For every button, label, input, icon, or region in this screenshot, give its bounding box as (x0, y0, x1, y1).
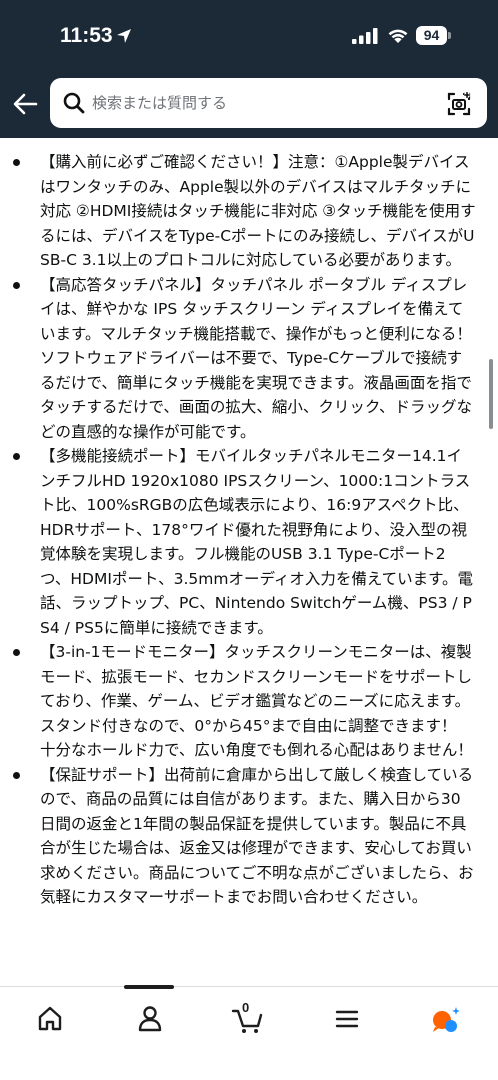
bullet-dot (13, 771, 20, 779)
feature-bullet: 【購入前に必ずご確認ください！】注意：①Apple製デバイスはワンタッチのみ、A… (0, 150, 498, 273)
feature-bullet-text: 【多機能接続ポート】モバイルタッチパネルモニター14.1インチフルHD 1920… (40, 447, 474, 637)
home-icon[interactable] (30, 999, 70, 1039)
feature-bullet-list: 【購入前に必ずご確認ください！】注意：①Apple製デバイスはワンタッチのみ、A… (0, 150, 498, 910)
feature-bullet-text: 【3-in-1モードモニター】タッチスクリーンモニターは、複製モード、拡張モード… (40, 643, 473, 759)
bullet-dot (13, 453, 20, 460)
hamburger-menu-icon[interactable] (327, 999, 367, 1039)
bullet-dot (13, 649, 20, 656)
header: 11:53 94 (0, 0, 498, 138)
search-input[interactable] (92, 78, 432, 128)
cart-button[interactable]: 0 (228, 999, 268, 1039)
search-icon (63, 92, 85, 114)
feature-bullet: 【高応答タッチパネル】タッチパネル ポータブル ディスプレイは、鮮やかな IPS… (0, 273, 498, 445)
wifi-icon (388, 29, 408, 43)
feature-bullet-text: 【高応答タッチパネル】タッチパネル ポータブル ディスプレイは、鮮やかな IPS… (40, 275, 472, 441)
person-icon[interactable] (130, 999, 170, 1039)
location-arrow-icon (117, 29, 131, 43)
active-tab-indicator (124, 985, 174, 989)
feature-bullet-text: 【購入前に必ずご確認ください！】注意：①Apple製デバイスはワンタッチのみ、A… (40, 153, 476, 269)
feature-bullet-text: 【保証サポート】出荷前に倉庫から出して厳しく検査しているので、商品の品質には自信… (40, 765, 474, 907)
cart-count: 0 (242, 1000, 250, 1015)
battery-indicator: 94 (416, 26, 447, 45)
status-time: 11:53 (60, 24, 113, 47)
bullet-dot (13, 159, 20, 166)
chat-assistant-icon[interactable] (426, 999, 466, 1039)
back-arrow-icon[interactable] (10, 88, 42, 120)
cellular-signal-icon (352, 28, 378, 44)
search-box[interactable] (50, 78, 487, 128)
camera-search-icon[interactable] (445, 90, 473, 118)
feature-bullet: 【多機能接続ポート】モバイルタッチパネルモニター14.1インチフルHD 1920… (0, 444, 498, 640)
bullet-dot (13, 281, 20, 289)
product-details: 【購入前に必ずご確認ください！】注意：①Apple製デバイスはワンタッチのみ、A… (0, 138, 498, 986)
battery-tip (448, 32, 451, 39)
feature-bullet: 【3-in-1モードモニター】タッチスクリーンモニターは、複製モード、拡張モード… (0, 640, 498, 763)
scrollbar[interactable] (489, 359, 493, 429)
bottom-tab-bar: 0 (0, 985, 498, 1080)
status-bar: 11:53 94 (0, 0, 498, 70)
feature-bullet: 【保証サポート】出荷前に倉庫から出して厳しく検査しているので、商品の品質には自信… (0, 763, 498, 910)
